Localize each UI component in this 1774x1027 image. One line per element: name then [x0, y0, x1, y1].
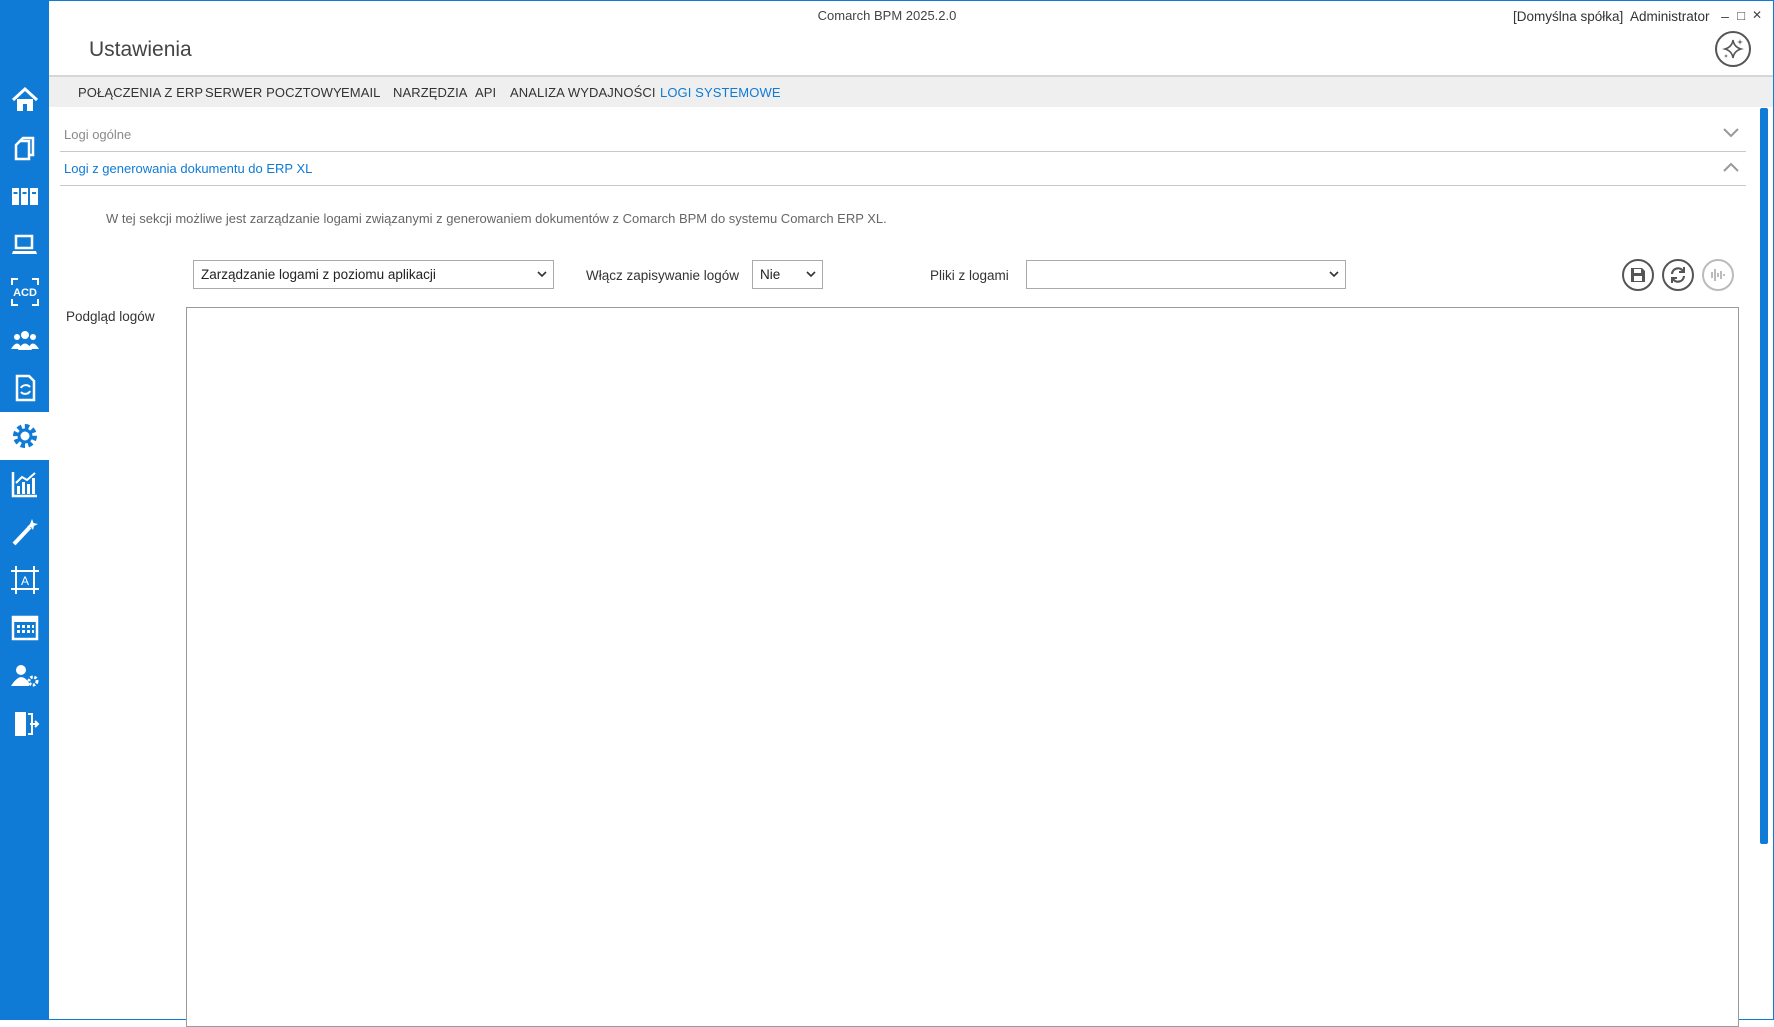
log-mode-select-value: Zarządzanie logami z poziomu aplikacji: [201, 267, 436, 282]
log-preview-area[interactable]: [186, 307, 1739, 1027]
tab-tools[interactable]: NARZĘDZIA: [393, 85, 468, 100]
sidebar-item-users[interactable]: [0, 316, 49, 364]
binders-icon: [11, 188, 38, 205]
tab-performance-analysis[interactable]: ANALIZA WYDAJNOŚCI: [510, 85, 656, 100]
navigation-sidebar: ACD A: [0, 0, 49, 1020]
tab-erp-connections[interactable]: POŁĄCZENIA Z ERP: [78, 85, 203, 100]
sidebar-item-binders[interactable]: [0, 172, 49, 220]
window-border-top: [49, 0, 1774, 1]
chart-icon: [11, 472, 37, 498]
log-files-label: Pliki z logami: [930, 268, 1009, 283]
page-title: Ustawienia: [89, 38, 192, 61]
sparkles-icon: [1722, 39, 1744, 59]
close-button[interactable]: ✕: [1750, 8, 1764, 22]
refresh-icon: [1670, 267, 1686, 283]
sidebar-item-workstation[interactable]: [0, 220, 49, 268]
magic-wand-icon: [12, 519, 38, 546]
logout-icon: [14, 712, 39, 736]
ai-assistant-button[interactable]: [1715, 31, 1751, 67]
home-icon: [11, 86, 38, 111]
document-sync-icon: [15, 374, 35, 402]
enable-logging-label: Włącz zapisywanie logów: [586, 268, 740, 283]
log-files-select[interactable]: [1026, 260, 1346, 289]
chevron-down-icon: [537, 271, 547, 278]
refresh-button[interactable]: [1662, 259, 1694, 291]
chevron-down-icon[interactable]: [1722, 126, 1740, 140]
company-selector[interactable]: [Domyślna spółka]: [1513, 9, 1623, 24]
acd-icon-label: ACD: [13, 287, 37, 299]
documents-icon: [14, 136, 34, 161]
acd-icon: ACD: [10, 278, 39, 306]
section-general-logs[interactable]: Logi ogólne: [60, 117, 1746, 152]
tab-system-logs[interactable]: LOGI SYSTEMOWE: [660, 85, 781, 100]
vertical-scrollbar[interactable]: [1760, 108, 1768, 844]
save-button[interactable]: [1622, 259, 1654, 291]
log-mode-select[interactable]: Zarządzanie logami z poziomu aplikacji: [193, 260, 554, 289]
users-icon: [10, 331, 39, 350]
sidebar-item-analytics[interactable]: [0, 460, 49, 508]
settings-tabs: POŁĄCZENIA Z ERP SERWER POCZTOWY EMAIL N…: [49, 75, 1773, 107]
maximize-button[interactable]: □: [1734, 8, 1748, 23]
app-title: Comarch BPM 2025.2.0: [817, 8, 957, 23]
sidebar-item-designer[interactable]: A: [0, 556, 49, 604]
designer-icon: A: [10, 566, 39, 594]
section-erp-xl-logs-title: Logi z generowania dokumentu do ERP XL: [64, 161, 313, 176]
sidebar-item-logout[interactable]: [0, 700, 49, 748]
sidebar-item-document-sync[interactable]: [0, 364, 49, 412]
tab-email[interactable]: EMAIL: [341, 85, 381, 100]
current-user[interactable]: Administrator: [1630, 9, 1710, 24]
tab-mail-server[interactable]: SERWER POCZTOWY: [205, 85, 342, 100]
analyze-logs-button[interactable]: [1702, 259, 1734, 291]
sidebar-item-documents[interactable]: [0, 124, 49, 172]
calendar-icon: [11, 615, 38, 641]
sidebar-item-home[interactable]: [0, 76, 49, 124]
chevron-down-icon: [806, 271, 816, 278]
minimize-button[interactable]: –: [1718, 8, 1732, 24]
sidebar-item-settings[interactable]: [0, 412, 49, 460]
section-description: W tej sekcji możliwe jest zarządzanie lo…: [106, 211, 887, 226]
chevron-up-icon[interactable]: [1722, 160, 1740, 174]
enable-logging-select[interactable]: Nie: [752, 260, 823, 289]
designer-icon-label: A: [20, 574, 28, 588]
section-erp-xl-logs[interactable]: Logi z generowania dokumentu do ERP XL: [60, 151, 1746, 186]
laptop-icon: [11, 234, 37, 254]
waveform-icon: [1711, 269, 1725, 281]
sidebar-item-wizard[interactable]: [0, 508, 49, 556]
tab-api[interactable]: API: [475, 85, 496, 100]
sidebar-item-calendar[interactable]: [0, 604, 49, 652]
log-preview-label: Podgląd logów: [66, 309, 155, 324]
gear-icon: [12, 424, 37, 448]
user-settings-icon: [10, 665, 38, 687]
floppy-disk-icon: [1631, 268, 1645, 282]
sidebar-item-acd[interactable]: ACD: [0, 268, 49, 316]
section-general-logs-title: Logi ogólne: [64, 127, 132, 142]
chevron-down-icon: [1329, 271, 1339, 278]
enable-logging-select-value: Nie: [760, 267, 781, 282]
sidebar-item-user-settings[interactable]: [0, 652, 49, 700]
